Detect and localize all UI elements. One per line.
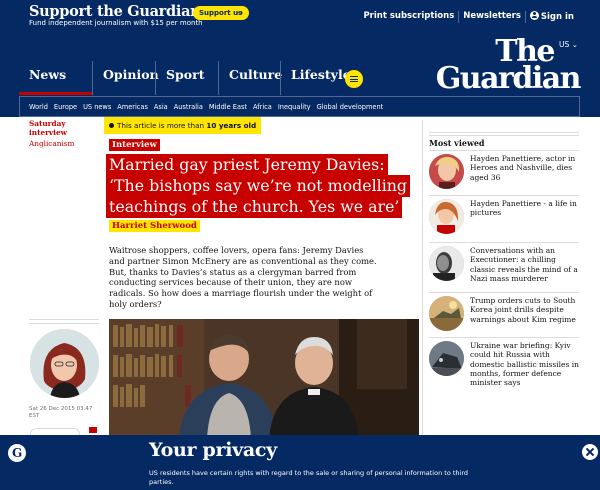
most-viewed-text: Hayden Panettiere - a life in pictures	[470, 199, 577, 218]
menu-button[interactable]	[345, 70, 363, 88]
menu-icon-bar	[350, 78, 358, 80]
top-links: Print subscriptions Newsletters Sign in	[359, 11, 578, 23]
most-viewed-item[interactable]: Ukraine war briefing: Kyiv could hit Rus…	[429, 337, 579, 387]
series-link[interactable]: Saturday interview	[29, 119, 99, 138]
clock-icon	[109, 123, 114, 128]
most-viewed-thumb	[429, 246, 464, 281]
thumb-image	[429, 246, 464, 281]
support-title: Support the Guardian	[29, 3, 201, 20]
main-photo	[109, 319, 419, 439]
thumb-image	[429, 199, 464, 234]
print-subscriptions-link[interactable]: Print subscriptions	[359, 11, 458, 23]
thumb-image	[429, 296, 464, 331]
subnav-europe[interactable]: Europe	[54, 103, 77, 111]
age-warning: This article is more than 10 years old	[104, 117, 261, 134]
article-meta: Saturday interview Anglicanism	[29, 119, 99, 148]
pillar-lifestyle[interactable]: Lifestyle	[280, 61, 354, 95]
subnav-africa[interactable]: Africa	[253, 103, 272, 111]
most-viewed-item[interactable]: Trump orders cuts to South Korea joint d…	[429, 292, 579, 338]
article-main-image	[109, 319, 419, 439]
subnav-us-news[interactable]: US news	[83, 103, 111, 111]
pillar-nav: News Opinion Sport Culture Lifestyle	[19, 61, 354, 95]
article-byline[interactable]: Harriet Sherwood	[109, 220, 200, 232]
close-icon[interactable]	[582, 444, 598, 460]
most-viewed-text: Ukraine war briefing: Kyiv could hit Rus…	[470, 341, 579, 388]
arrow-right-icon: →	[237, 9, 243, 17]
thumb-image	[429, 154, 464, 189]
support-us-button[interactable]: Support us →	[193, 6, 249, 20]
user-icon	[529, 11, 539, 20]
dateline-tz: EST	[29, 413, 40, 420]
sign-in-link[interactable]: Sign in	[524, 11, 578, 23]
section-link[interactable]: Anglicanism	[29, 139, 99, 148]
most-viewed-item[interactable]: Conversations with an Executioner: a chi…	[429, 242, 579, 288]
age-warning-bold: 10 years old	[206, 121, 257, 130]
age-warning-prefix: This article is more than	[117, 121, 207, 130]
guardian-roundel-icon: G	[8, 444, 26, 462]
subnav-global-development[interactable]: Global development	[317, 103, 384, 111]
dateline-date: Sat 26 Dec 2015 03.47	[29, 406, 93, 412]
sub-nav: World Europe US news Americas Asia Austr…	[19, 96, 580, 117]
dateline: Sat 26 Dec 2015 03.47 EST	[29, 406, 99, 420]
privacy-text: US residents have certain rights with re…	[149, 469, 469, 486]
subnav-asia[interactable]: Asia	[154, 103, 168, 111]
most-viewed-heading: Most viewed	[429, 138, 485, 148]
most-viewed-text: Conversations with an Executioner: a chi…	[470, 246, 578, 283]
headline-text: Married gay priest Jeremy Davies: ‘The b…	[109, 154, 408, 218]
author-portrait	[30, 329, 99, 398]
menu-icon-bar	[350, 81, 358, 83]
newsletters-link[interactable]: Newsletters	[458, 11, 525, 23]
sign-in-label: Sign in	[540, 12, 574, 22]
pillar-sport[interactable]: Sport	[155, 61, 218, 95]
author-avatar	[30, 329, 99, 398]
most-viewed-divider	[429, 132, 579, 136]
article-standfirst: Waitrose shoppers, coffee lovers, opera …	[109, 245, 377, 309]
subnav-australia[interactable]: Australia	[174, 103, 203, 111]
support-us-label: Support us	[199, 9, 243, 17]
thumb-image	[429, 341, 464, 376]
meta-divider	[29, 319, 99, 324]
most-viewed-text: Trump orders cuts to South Korea joint d…	[470, 296, 576, 324]
privacy-title: Your privacy	[149, 439, 277, 461]
guardian-logo[interactable]: The Guardian	[416, 37, 582, 96]
pillar-opinion[interactable]: Opinion	[92, 61, 159, 95]
logo-guardian: Guardian	[435, 61, 582, 96]
subnav-world[interactable]: World	[29, 103, 48, 111]
article-headline: Married gay priest Jeremy Davies: ‘The b…	[109, 154, 419, 218]
most-viewed-thumb	[429, 154, 464, 189]
column-divider	[422, 120, 423, 438]
most-viewed-text: Hayden Panettiere, actor in Heroes and N…	[470, 154, 576, 182]
pillar-culture[interactable]: Culture	[218, 61, 282, 95]
support-subtitle: Fund independent journalism with $15 per…	[29, 19, 203, 27]
subnav-americas[interactable]: Americas	[117, 103, 148, 111]
most-viewed-thumb	[429, 296, 464, 331]
pillar-news[interactable]: News	[19, 61, 92, 95]
article-kicker: Interview	[109, 139, 160, 151]
most-viewed-item[interactable]: Hayden Panettiere, actor in Heroes and N…	[429, 150, 579, 196]
menu-icon	[350, 76, 358, 78]
support-banner: Support the Guardian Fund independent jo…	[0, 0, 600, 32]
subnav-inequality[interactable]: Inequality	[278, 103, 311, 111]
most-viewed-thumb	[429, 199, 464, 234]
most-viewed-thumb	[429, 341, 464, 376]
privacy-banner: G Your privacy US residents have certain…	[0, 435, 600, 490]
masthead: US ⌄ The Guardian News Opinion Sport Cul…	[0, 32, 600, 117]
most-viewed-item[interactable]: Hayden Panettiere - a life in pictures	[429, 195, 579, 241]
subnav-middle-east[interactable]: Middle East	[209, 103, 247, 111]
comment-icon[interactable]	[89, 427, 97, 433]
